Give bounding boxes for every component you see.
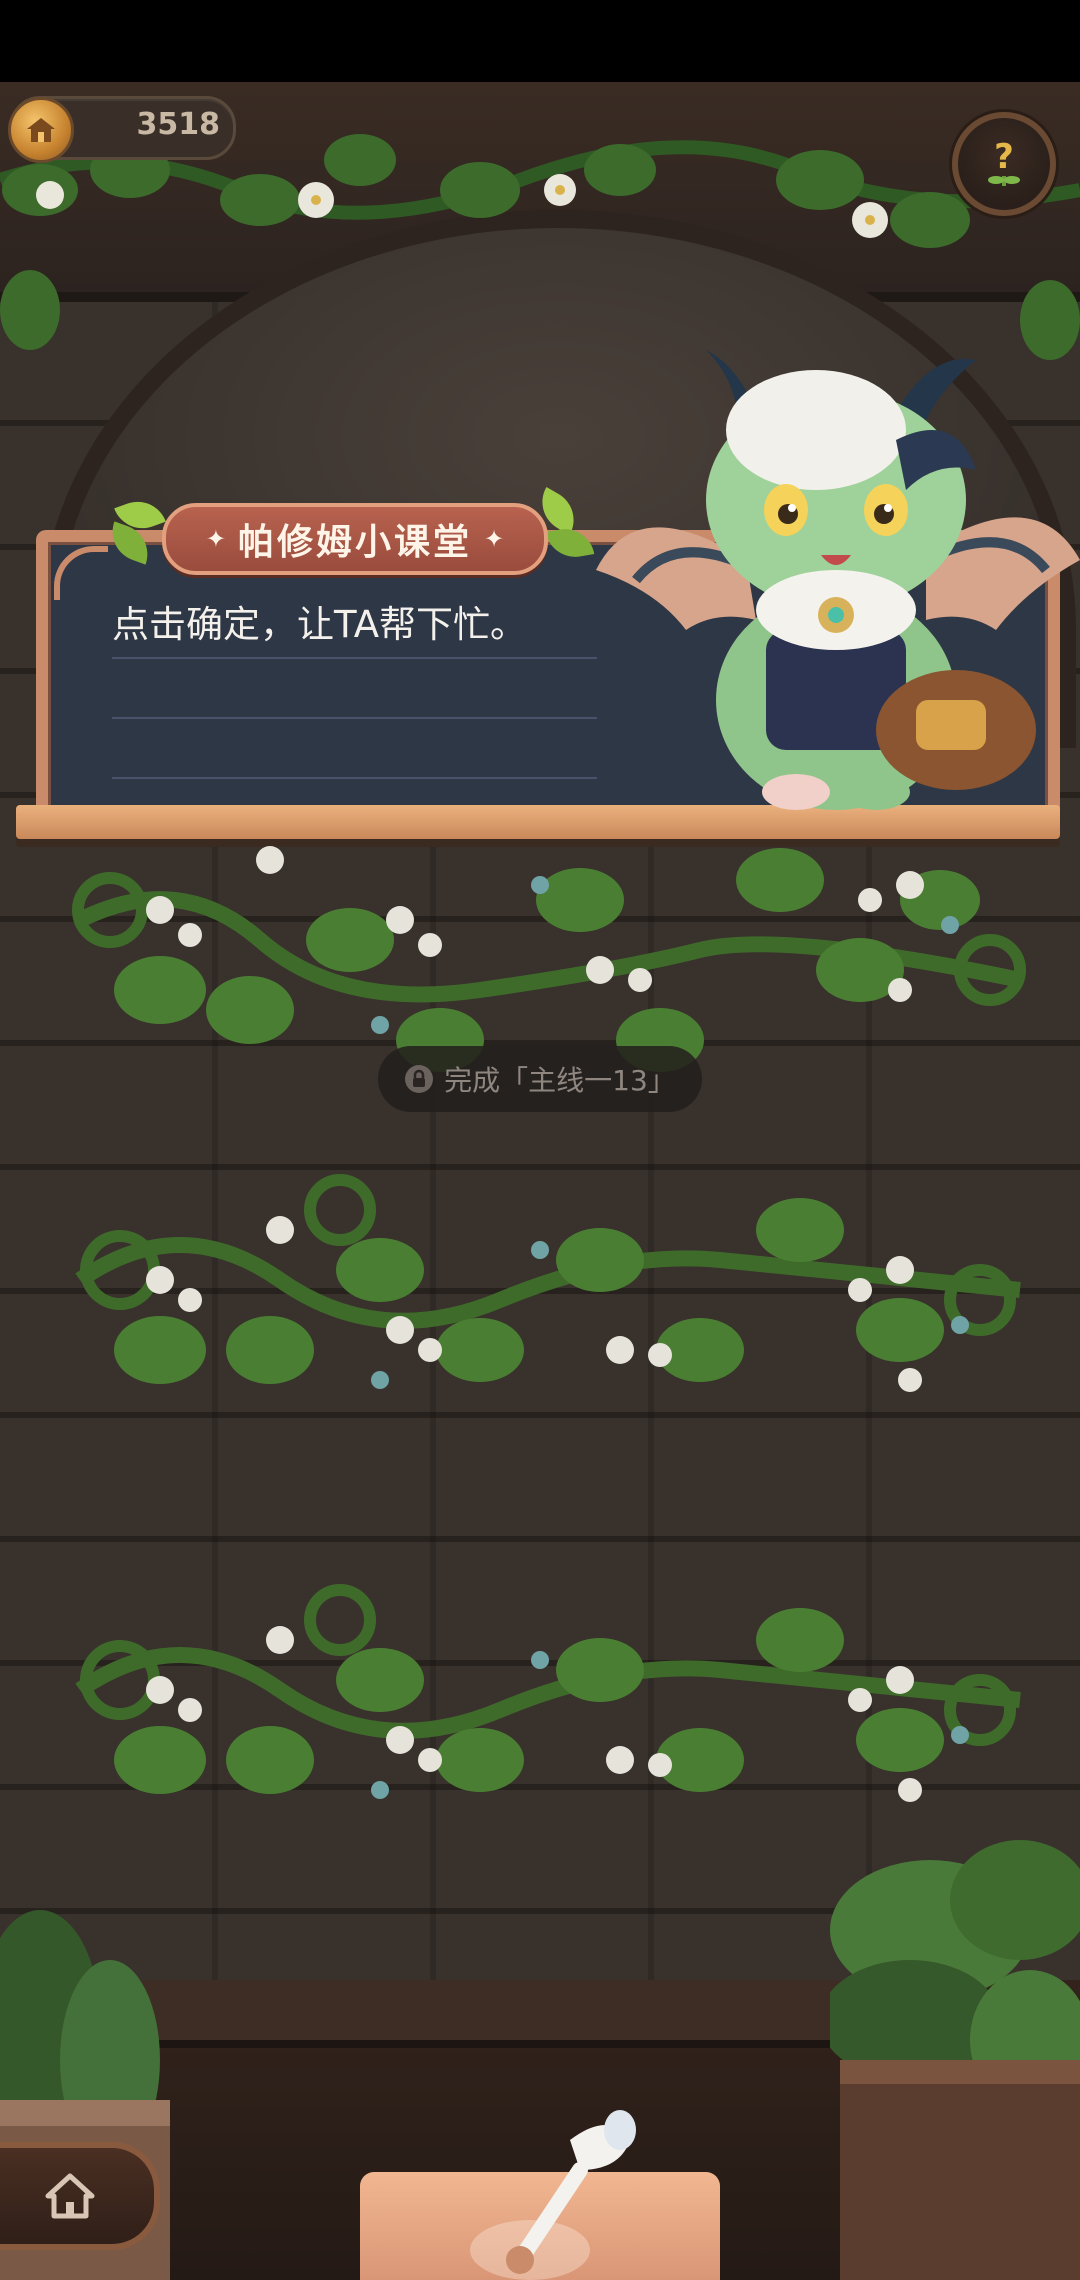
svg-text:?: ? (994, 137, 1014, 177)
board-rule-line (112, 657, 597, 659)
status-bar (0, 0, 1080, 82)
dragon-mascot-character (596, 350, 1080, 810)
dialog-message: 点击确定，让TA帮下忙。 (112, 603, 528, 646)
lock-icon (405, 1065, 434, 1093)
board-shelf (16, 805, 1060, 839)
board-rule-line (112, 717, 597, 719)
currency-amount: 3518 (136, 107, 221, 142)
home-icon (45, 2173, 95, 2219)
sparkle-icon: ✦ (484, 525, 505, 553)
coin-house-icon (8, 97, 74, 163)
home-button[interactable] (0, 2142, 160, 2250)
sparkle-icon: ✦ (205, 525, 226, 553)
lesson-title-banner: ✦ 帕修姆小课堂 ✦ (162, 503, 548, 575)
requirement-text: 完成「主线一13」 (444, 1064, 676, 1097)
vine-plot[interactable] (60, 1560, 1040, 1820)
board-rule-line (112, 777, 597, 779)
help-button[interactable]: ? (952, 112, 1056, 216)
watering-can-icon[interactable] (470, 2100, 640, 2280)
lesson-title: 帕修姆小课堂 (237, 522, 472, 563)
potted-plant-right (830, 1840, 1080, 2280)
vine-plot[interactable] (60, 1150, 1040, 1410)
locked-requirement-pill: 完成「主线一13」 (378, 1046, 702, 1112)
question-sprout-icon: ? (988, 137, 1020, 186)
